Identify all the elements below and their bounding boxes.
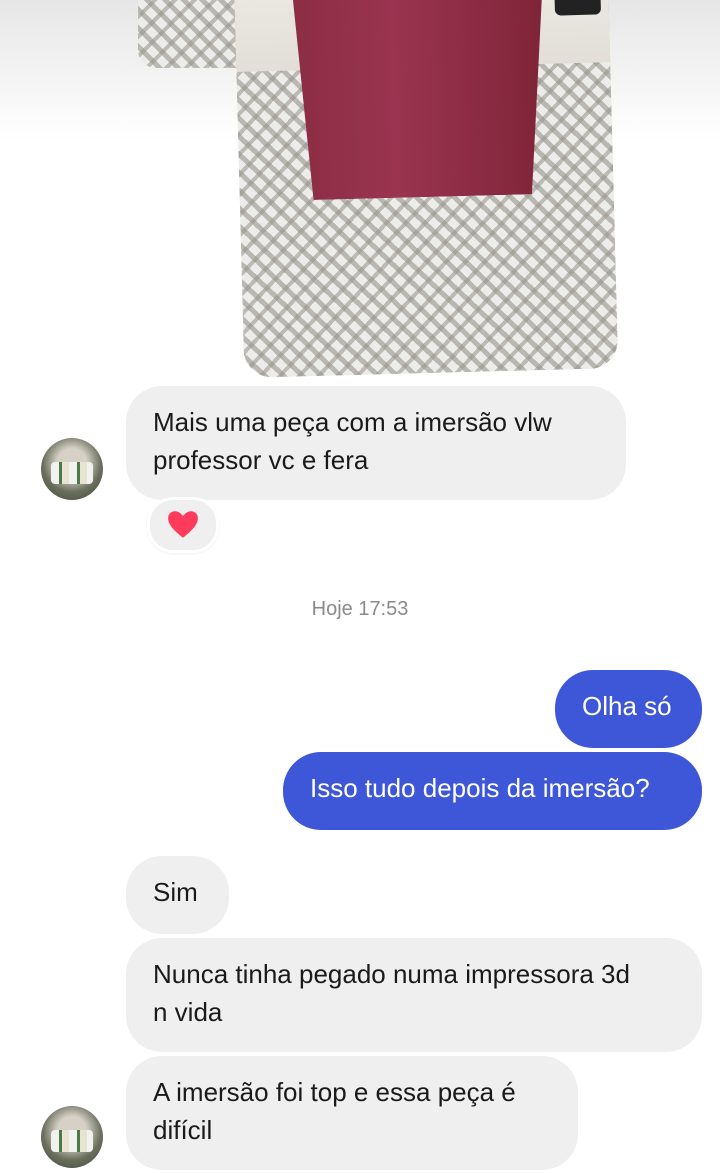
message-bubble-incoming[interactable]: Nunca tinha pegado numa impressora 3d n …	[126, 938, 702, 1052]
timestamp: Hoje 17:53	[311, 598, 409, 620]
photo-attachment-main[interactable]	[234, 0, 619, 378]
heart-icon	[168, 511, 198, 538]
contact-avatar[interactable]	[41, 438, 103, 500]
message-bubble-incoming[interactable]: A imersão foi top e essa peça é difícil	[126, 1056, 578, 1170]
photo-shoe	[554, 0, 602, 16]
reaction-badge[interactable]	[147, 497, 219, 553]
photo-red-vase	[290, 0, 550, 200]
contact-avatar[interactable]	[41, 1106, 103, 1168]
message-bubble-outgoing[interactable]: Olha só	[555, 670, 702, 748]
message-bubble-outgoing[interactable]: Isso tudo depois da imersão?	[283, 752, 702, 830]
message-bubble-incoming[interactable]: Mais uma peça com a imersão vlw professo…	[126, 386, 626, 500]
message-bubble-incoming[interactable]: Sim	[126, 856, 229, 934]
